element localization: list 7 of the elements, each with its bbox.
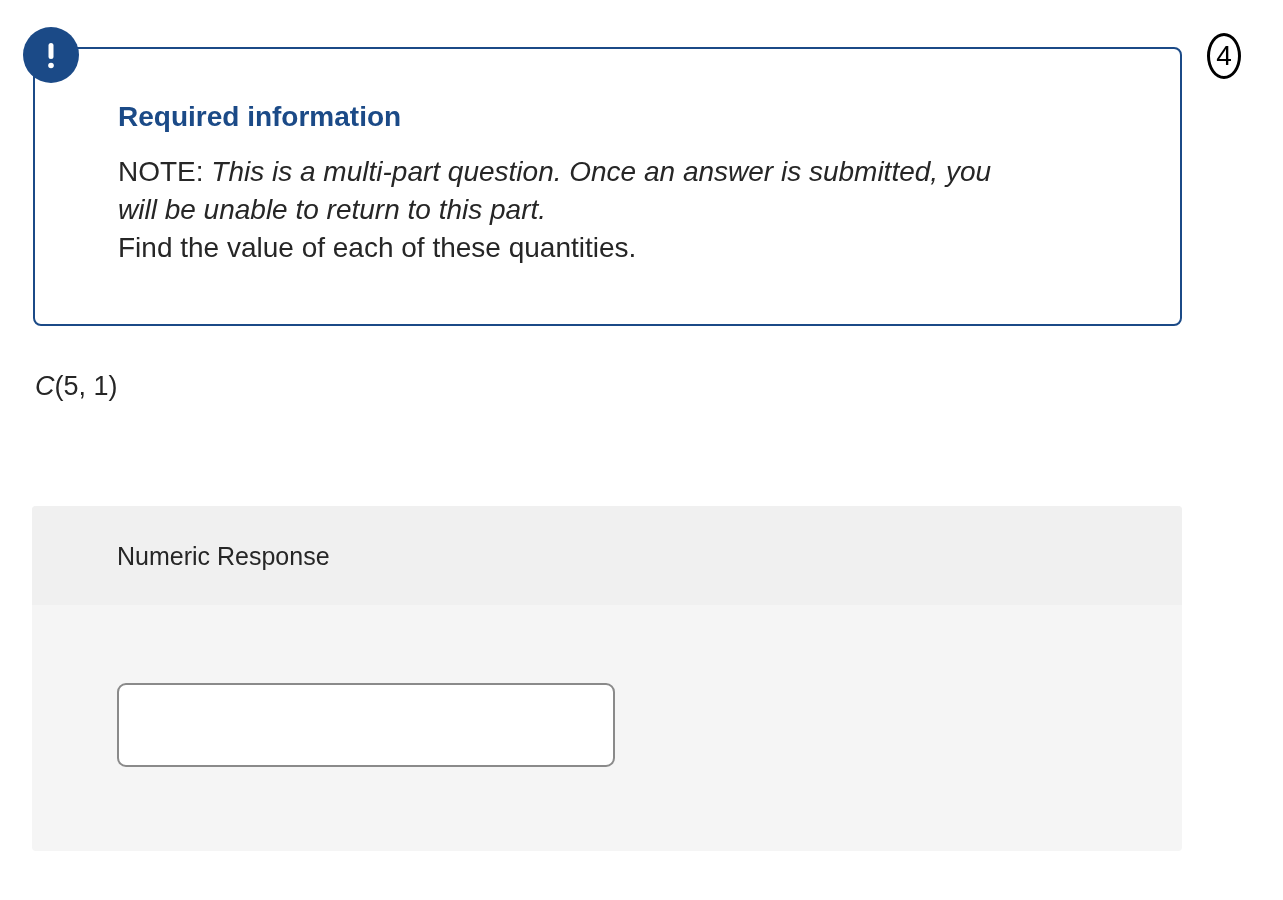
alert-title: Required information [118,101,402,133]
question-expression: C(5, 1) [35,370,118,402]
response-label: Numeric Response [117,540,330,571]
instruction-text: Find the value of each of these quantities. [118,231,637,265]
answer-input-field[interactable] [117,683,615,767]
handwritten-circled-number: 4 [1207,33,1241,79]
note-text: NOTE: This is a multi-part question. Once an answer is submitted, you will be unable to return to this part. [118,155,993,227]
